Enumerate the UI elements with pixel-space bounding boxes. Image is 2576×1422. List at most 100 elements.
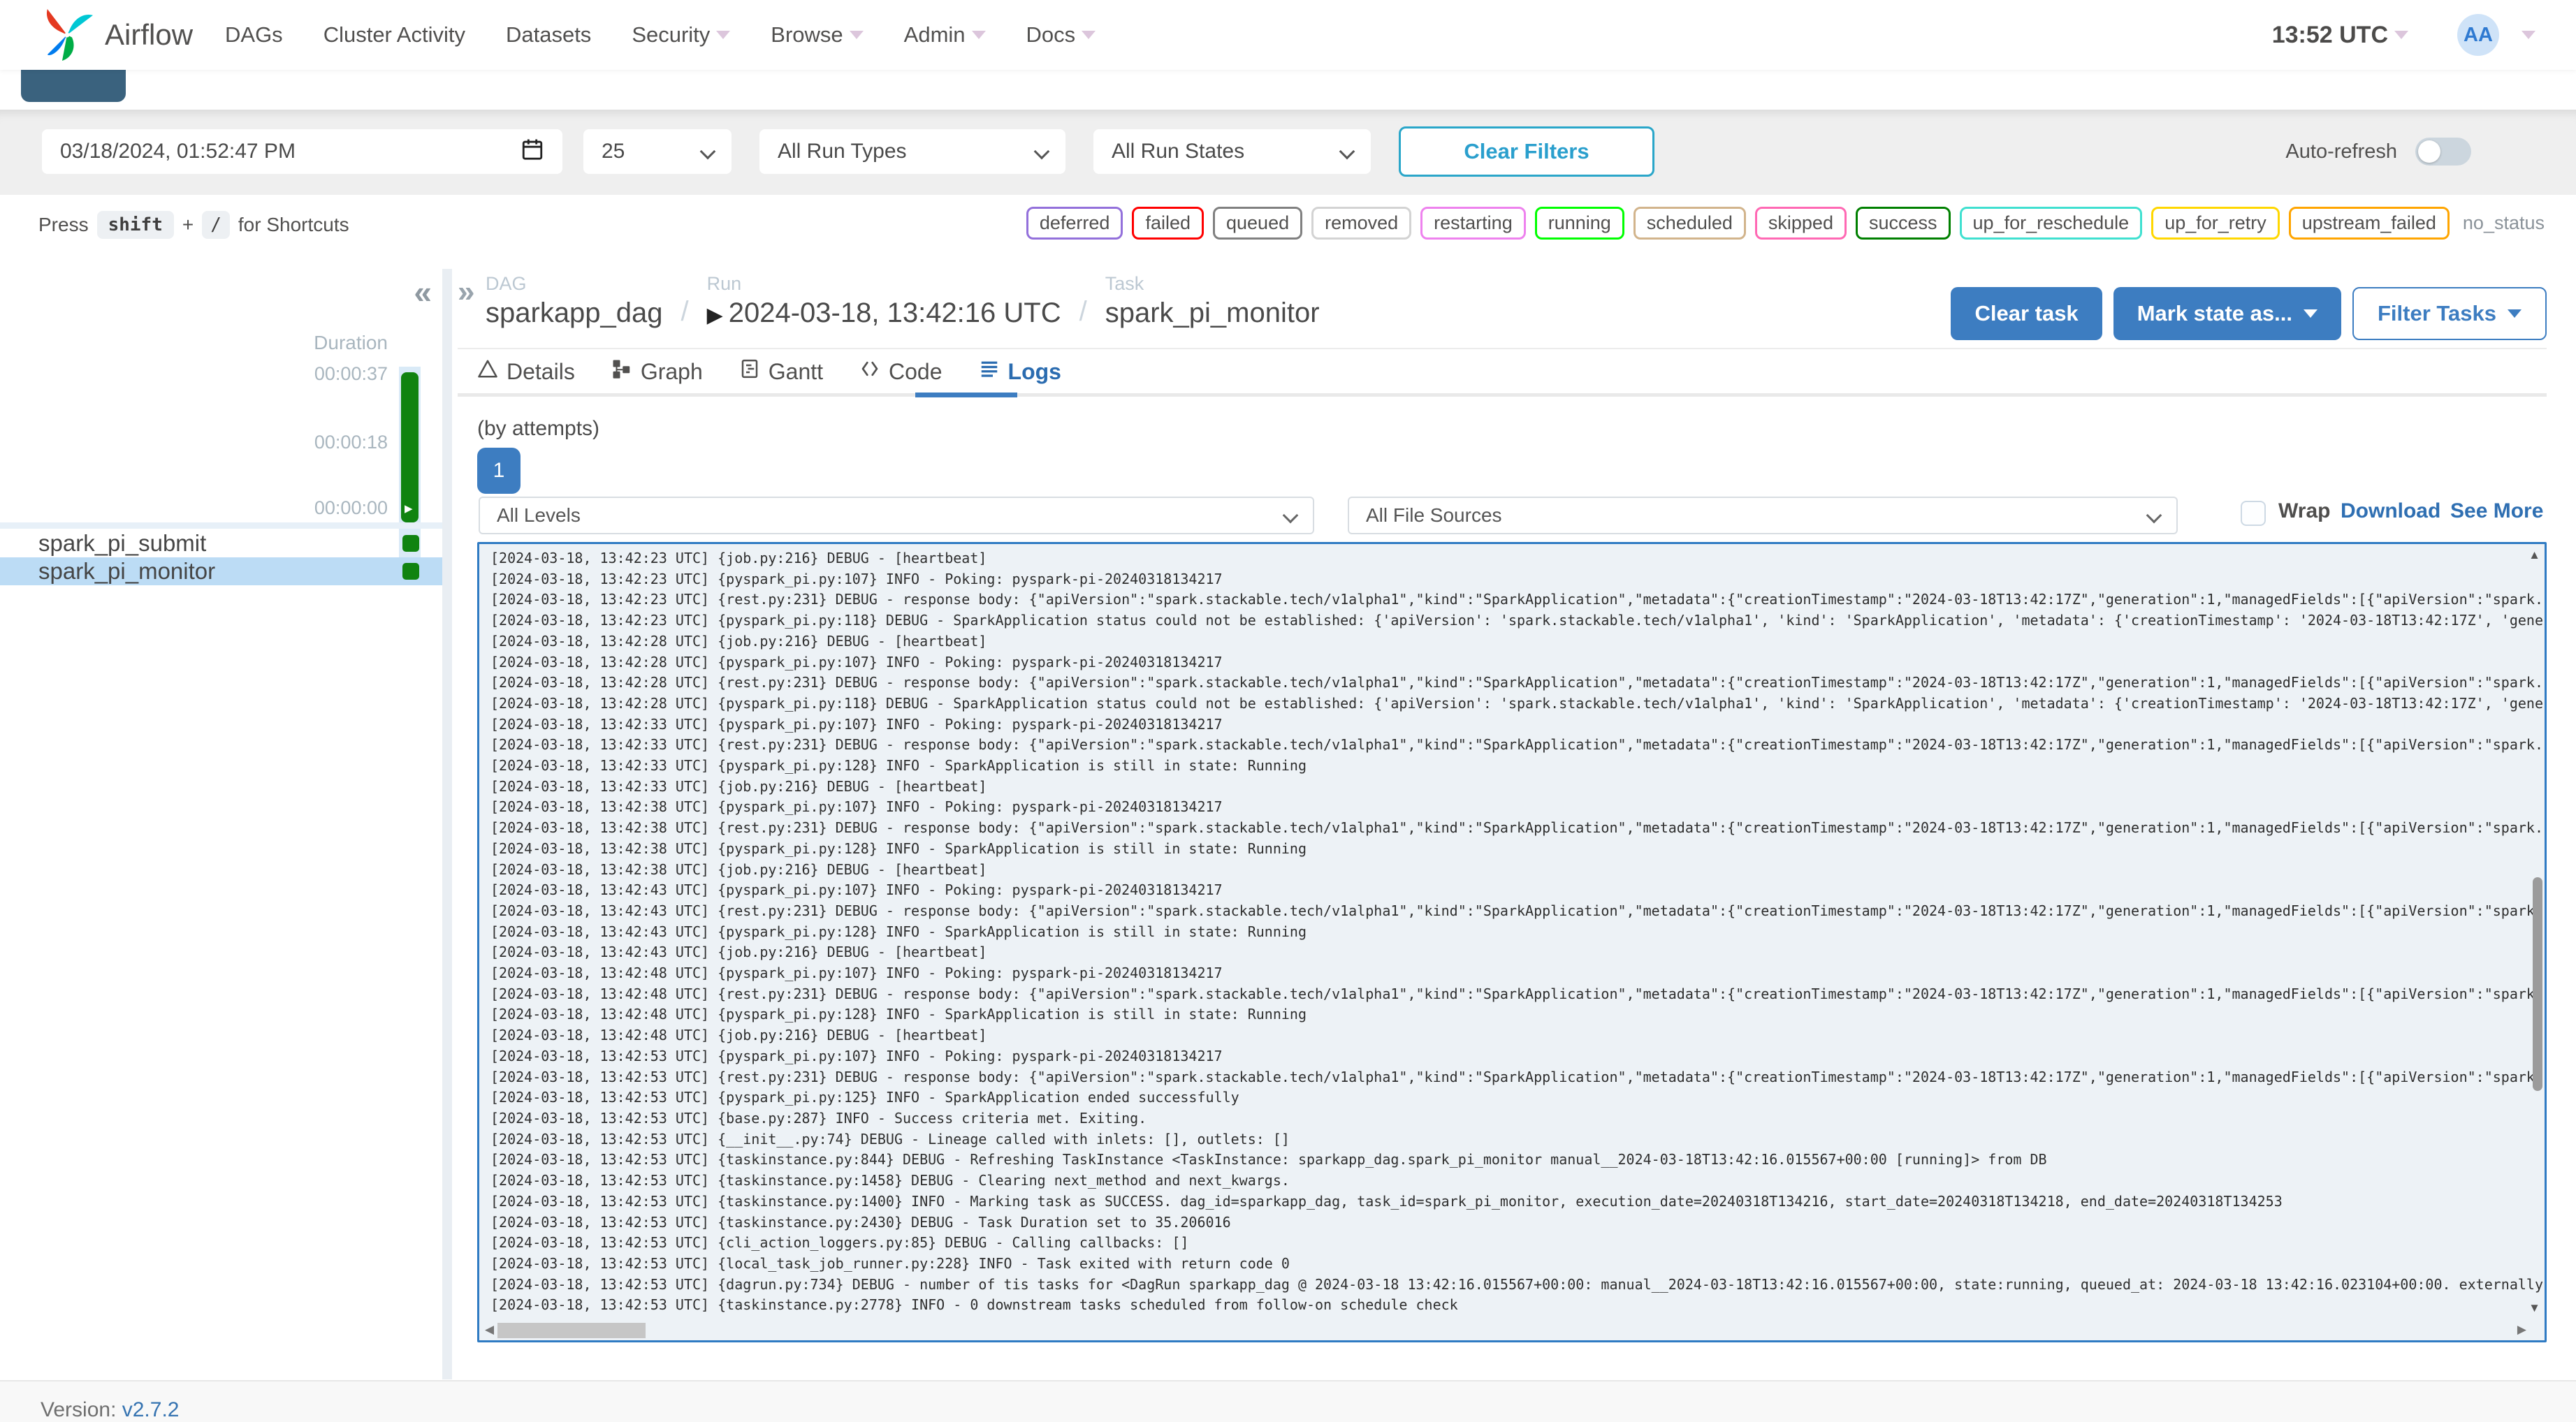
manual-run-icon: ▶ bbox=[706, 304, 723, 327]
clock-dropdown[interactable]: 13:52 UTC bbox=[2272, 0, 2408, 70]
run-value[interactable]: ▶ 2024-03-18, 13:42:16 UTC bbox=[707, 298, 1061, 329]
row-separator bbox=[0, 522, 442, 529]
log-level-value: All Levels bbox=[497, 504, 581, 526]
chevron-down-icon bbox=[1033, 143, 1050, 160]
status-badge-removed: removed bbox=[1311, 207, 1412, 240]
vertical-scrollbar-thumb[interactable] bbox=[2533, 877, 2542, 1091]
duration-tick: 00:00:37 bbox=[314, 363, 388, 384]
tab-details[interactable]: Details bbox=[477, 358, 575, 385]
log-lines: [2024-03-18, 13:42:23 UTC] {job.py:216} … bbox=[490, 548, 2547, 1316]
nav-item-cluster-activity[interactable]: Cluster Activity bbox=[323, 22, 465, 47]
page-size-select[interactable]: 25 bbox=[583, 129, 732, 174]
sidebar-item-spark_pi_submit[interactable]: spark_pi_submit bbox=[0, 529, 442, 557]
scroll-left-icon[interactable]: ◀ bbox=[485, 1323, 494, 1337]
attempt-1-button[interactable]: 1 bbox=[477, 448, 521, 494]
task-name: spark_pi_submit bbox=[38, 530, 207, 556]
collapse-panel-icon[interactable]: « bbox=[414, 273, 432, 311]
nav-item-docs[interactable]: Docs bbox=[1026, 22, 1096, 47]
mark-state-button[interactable]: Mark state as... bbox=[2113, 287, 2341, 340]
breadcrumb-task[interactable]: Task spark_pi_monitor bbox=[1105, 273, 1320, 329]
log-viewer[interactable]: [2024-03-18, 13:42:23 UTC] {job.py:216} … bbox=[477, 542, 2547, 1342]
clear-filters-button[interactable]: Clear Filters bbox=[1399, 126, 1654, 177]
filter-bar: 03/18/2024, 01:52:47 PM 25 All Run Types… bbox=[0, 110, 2576, 195]
nav-item-datasets[interactable]: Datasets bbox=[506, 22, 591, 47]
main-panel: » DAG sparkapp_dag / Run ▶ 2024-03-18, 13… bbox=[458, 269, 2576, 1379]
task-value[interactable]: spark_pi_monitor bbox=[1105, 298, 1320, 329]
version-text: Version: v2.7.2 bbox=[41, 1398, 179, 1422]
log-line: [2024-03-18, 13:42:23 UTC] {rest.py:231}… bbox=[490, 591, 2545, 608]
tabs-underline bbox=[458, 393, 2547, 397]
duration-axis-label: Duration bbox=[314, 332, 388, 353]
tab-gantt[interactable]: Gantt bbox=[739, 358, 823, 385]
date-filter-input[interactable]: 03/18/2024, 01:52:47 PM bbox=[42, 129, 562, 174]
status-badge-no-status: no_status bbox=[2462, 212, 2545, 233]
chevron-down-icon[interactable] bbox=[2522, 31, 2535, 39]
sidebar-item-spark_pi_monitor[interactable]: spark_pi_monitor bbox=[0, 557, 442, 585]
nav-item-browse[interactable]: Browse bbox=[771, 22, 864, 47]
nav-item-label: Docs bbox=[1026, 22, 1076, 47]
gantt-icon bbox=[739, 358, 760, 385]
duration-tick: 00:00:18 bbox=[314, 432, 388, 453]
download-link[interactable]: Download bbox=[2341, 499, 2440, 523]
dag-label: DAG bbox=[486, 273, 527, 294]
breadcrumb-dag[interactable]: DAG sparkapp_dag bbox=[486, 273, 663, 329]
log-line: [2024-03-18, 13:42:53 UTC] {taskinstance… bbox=[490, 1213, 1231, 1231]
status-badge-skipped: skipped bbox=[1754, 207, 1847, 240]
log-line: [2024-03-18, 13:42:53 UTC] {pyspark_pi.p… bbox=[490, 1089, 1239, 1106]
play-icon: ▶ bbox=[405, 503, 413, 515]
log-source-select[interactable]: All File Sources bbox=[1348, 497, 2178, 534]
nav-item-admin[interactable]: Admin bbox=[904, 22, 986, 47]
scroll-down-icon[interactable]: ▼ bbox=[2528, 1301, 2540, 1315]
task-status-square bbox=[402, 535, 419, 552]
wrap-checkbox[interactable] bbox=[2241, 501, 2266, 526]
panel-divider[interactable] bbox=[442, 269, 452, 1379]
duration-bar[interactable] bbox=[401, 372, 419, 522]
log-line: [2024-03-18, 13:42:43 UTC] {job.py:216} … bbox=[490, 944, 987, 961]
wrap-label: Wrap bbox=[2278, 499, 2331, 522]
chevron-down-icon bbox=[699, 143, 716, 160]
calendar-icon[interactable] bbox=[521, 136, 544, 167]
version-link[interactable]: v2.7.2 bbox=[122, 1398, 180, 1421]
tab-graph[interactable]: Graph bbox=[611, 358, 703, 385]
auto-refresh-toggle[interactable] bbox=[2415, 138, 2471, 166]
log-line: [2024-03-18, 13:42:48 UTC] {pyspark_pi.p… bbox=[490, 1006, 1307, 1023]
brand-name[interactable]: Airflow bbox=[105, 0, 193, 70]
horizontal-scrollbar-thumb[interactable] bbox=[497, 1323, 646, 1338]
log-line: [2024-03-18, 13:42:38 UTC] {rest.py:231}… bbox=[490, 819, 2545, 837]
grid-button-partial[interactable] bbox=[21, 70, 126, 102]
tab-code[interactable]: Code bbox=[859, 358, 943, 385]
chevron-down-icon bbox=[2303, 309, 2317, 318]
airflow-logo-icon[interactable] bbox=[36, 4, 98, 69]
tab-logs[interactable]: Logs bbox=[979, 358, 1061, 385]
dag-value[interactable]: sparkapp_dag bbox=[486, 298, 663, 329]
shortcut-hint: Press shift + / for Shortcuts bbox=[38, 211, 349, 239]
log-line: [2024-03-18, 13:42:28 UTC] {pyspark_pi.p… bbox=[490, 653, 1223, 670]
task-label: Task bbox=[1105, 273, 1144, 294]
details-icon bbox=[477, 358, 498, 385]
airflow-app: Airflow DAGs Cluster Activity Datasets Secu… bbox=[0, 0, 2576, 1422]
log-line: [2024-03-18, 13:42:23 UTC] {job.py:216} … bbox=[490, 550, 987, 566]
version-label: Version: bbox=[41, 1398, 117, 1421]
tab-label: Logs bbox=[1007, 358, 1061, 384]
nav-item-dags[interactable]: DAGs bbox=[225, 22, 283, 47]
avatar[interactable]: AA bbox=[2457, 14, 2499, 56]
scroll-up-icon[interactable]: ▲ bbox=[2528, 548, 2540, 562]
scroll-right-icon[interactable]: ▶ bbox=[2517, 1323, 2526, 1337]
duration-tick: 00:00:00 bbox=[314, 497, 388, 518]
run-types-select[interactable]: All Run Types bbox=[759, 129, 1065, 174]
see-more-link[interactable]: See More bbox=[2450, 499, 2543, 523]
log-line: [2024-03-18, 13:42:53 UTC] {base.py:287}… bbox=[490, 1109, 1147, 1127]
chevron-down-icon bbox=[971, 31, 986, 39]
filter-tasks-button[interactable]: Filter Tasks bbox=[2352, 287, 2547, 340]
breadcrumb-chevrons-icon[interactable]: » bbox=[458, 274, 474, 309]
clear-task-button[interactable]: Clear task bbox=[1951, 287, 2102, 340]
page-size-value: 25 bbox=[602, 140, 625, 163]
nav-item-security[interactable]: Security bbox=[632, 22, 731, 47]
log-line: [2024-03-18, 13:42:53 UTC] {dagrun.py:73… bbox=[490, 1275, 2547, 1293]
log-level-select[interactable]: All Levels bbox=[479, 497, 1314, 534]
breadcrumb-run[interactable]: Run ▶ 2024-03-18, 13:42:16 UTC bbox=[707, 273, 1061, 329]
nav-item-label: Cluster Activity bbox=[323, 22, 465, 47]
nav-item-label: Admin bbox=[903, 22, 966, 47]
run-types-value: All Run Types bbox=[778, 140, 907, 163]
run-states-select[interactable]: All Run States bbox=[1093, 129, 1371, 174]
